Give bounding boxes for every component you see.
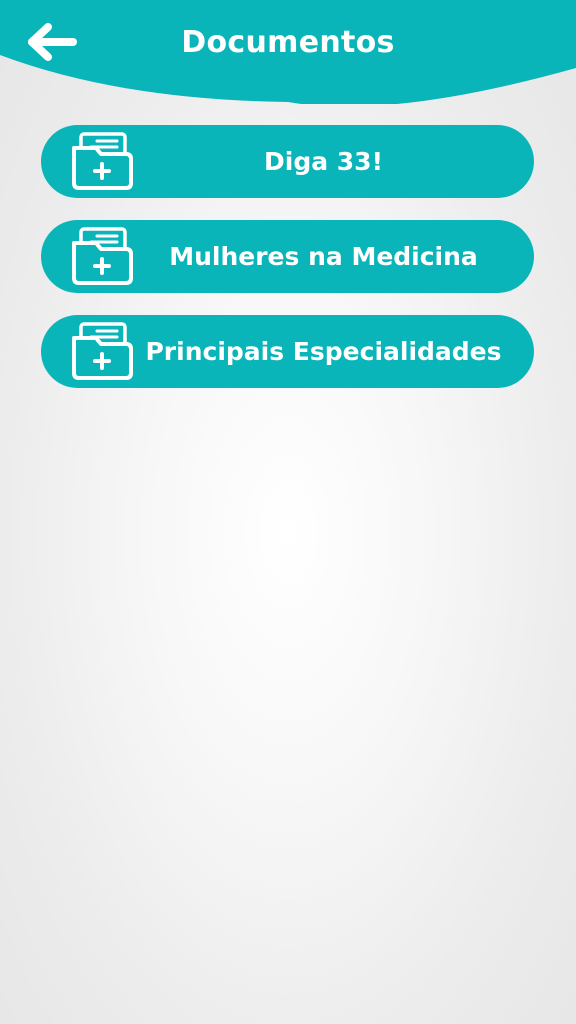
folder-plus-icon <box>72 227 133 285</box>
document-label: Mulheres na Medicina <box>169 242 478 271</box>
page-title: Documentos <box>181 25 395 60</box>
document-label: Diga 33! <box>264 147 383 176</box>
document-item-mulheres-na-medicina[interactable]: Mulheres na Medicina <box>41 220 534 293</box>
folder-plus-icon <box>72 132 133 190</box>
header: Documentos <box>0 0 576 104</box>
document-label: Principais Especialidades <box>145 337 502 366</box>
document-item-principais-especialidades[interactable]: Principais Especialidades <box>41 315 534 388</box>
folder-plus-icon <box>72 322 133 380</box>
document-item-diga-33[interactable]: Diga 33! <box>41 125 534 198</box>
document-list: Diga 33! Mulheres na Medicina Principais… <box>41 125 534 410</box>
